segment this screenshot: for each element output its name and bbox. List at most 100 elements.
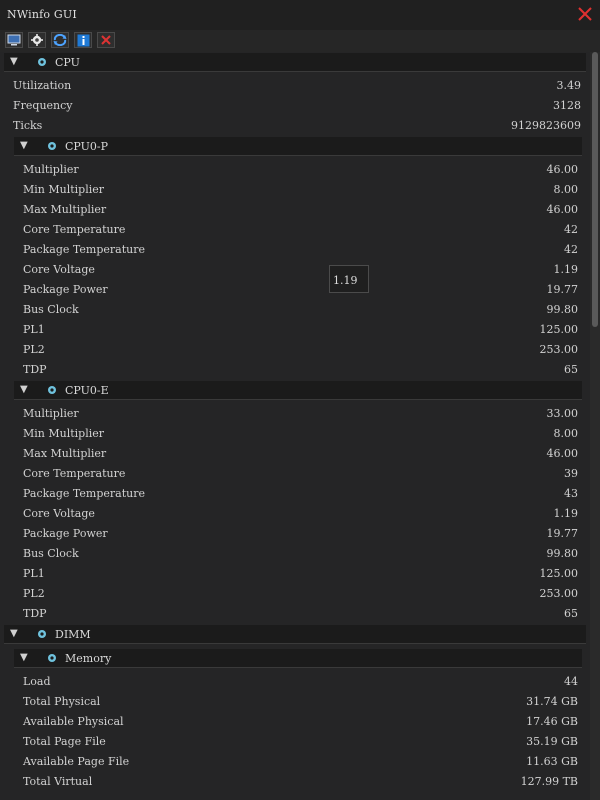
property-value: 9129823609 [511, 119, 581, 132]
exit-button[interactable] [97, 32, 115, 48]
expand-arrow-icon[interactable]: ▼ [10, 628, 18, 639]
list-item: Ticks 9129823609 [13, 116, 581, 136]
gear-icon [38, 630, 46, 638]
property-value: 65 [564, 363, 578, 376]
list-item: Multiplier 33.00 [23, 404, 578, 424]
property-value: 31.74 GB [526, 695, 578, 708]
settings-button[interactable] [28, 32, 46, 48]
expand-arrow-icon[interactable]: ▼ [10, 56, 18, 67]
list-item: Package Temperature 43 [23, 484, 578, 504]
property-name: Available Page File [23, 755, 130, 768]
property-name: Multiplier [23, 407, 79, 420]
tree-node-label: DIMM [55, 628, 91, 641]
list-item: PL1 125.00 [23, 320, 578, 340]
list-item: Load 44 [23, 672, 578, 692]
list-item: Utilization 3.49 [13, 76, 581, 96]
gear-icon [48, 386, 56, 394]
property-value: 19.77 [546, 283, 579, 296]
property-value: 35.19 GB [526, 735, 578, 748]
property-name: Load [23, 675, 51, 688]
list-item: Core Temperature 39 [23, 464, 578, 484]
property-value: 125.00 [539, 323, 579, 336]
tree-node-dimm[interactable]: ▼ DIMM [4, 625, 586, 644]
property-value: 65 [564, 607, 578, 620]
property-value: 99.80 [546, 547, 579, 560]
property-value: 39 [564, 467, 578, 480]
property-name: Total Virtual [23, 775, 93, 788]
property-value: 46.00 [546, 447, 579, 460]
property-value: 3128 [553, 99, 581, 112]
property-value: 44 [564, 675, 578, 688]
property-value: 253.00 [539, 587, 579, 600]
display-button[interactable] [5, 32, 23, 48]
refresh-icon [53, 34, 67, 46]
property-name: PL1 [23, 323, 45, 336]
list-item: Max Multiplier 46.00 [23, 200, 578, 220]
tree-node-cpu[interactable]: ▼ CPU [4, 53, 586, 72]
expand-arrow-icon[interactable]: ▼ [20, 140, 28, 151]
tree-node-label: CPU [55, 56, 80, 69]
info-button[interactable] [74, 32, 92, 48]
list-item: Available Page File 11.63 GB [23, 752, 578, 772]
property-name: Package Temperature [23, 487, 145, 500]
property-value: 125.00 [539, 567, 579, 580]
list-item: Bus Clock 99.80 [23, 544, 578, 564]
property-value: 19.77 [546, 527, 579, 540]
property-value: 99.80 [546, 303, 579, 316]
close-icon[interactable] [576, 5, 594, 23]
list-item: Multiplier 46.00 [23, 160, 578, 180]
property-value: 46.00 [546, 163, 579, 176]
monitor-icon [7, 34, 21, 46]
property-name: Multiplier [23, 163, 79, 176]
tree-node-label: Memory [65, 652, 112, 665]
property-value: 46.00 [546, 203, 579, 216]
list-item: Max Multiplier 46.00 [23, 444, 578, 464]
scrollbar-thumb[interactable] [592, 52, 598, 327]
property-name: Utilization [13, 79, 72, 92]
tree-node-memory[interactable]: ▼ Memory [14, 649, 582, 668]
property-name: PL1 [23, 567, 45, 580]
property-name: Bus Clock [23, 303, 79, 316]
list-item: Min Multiplier 8.00 [23, 180, 578, 200]
gear-icon [48, 654, 56, 662]
property-name: Min Multiplier [23, 183, 105, 196]
tree-node-label: CPU0-E [65, 384, 109, 397]
property-value: 17.46 GB [526, 715, 578, 728]
property-value: 43 [564, 487, 578, 500]
gear-icon [38, 58, 46, 66]
list-item: Available Physical 17.46 GB [23, 712, 578, 732]
list-item: Frequency 3128 [13, 96, 581, 116]
list-item: Package Power 19.77 [23, 280, 578, 300]
toolbar [0, 30, 600, 52]
tree-node-label: CPU0-P [65, 140, 109, 153]
expand-arrow-icon[interactable]: ▼ [20, 652, 28, 663]
property-name: Total Physical [23, 695, 101, 708]
tree-node-cpu0-e[interactable]: ▼ CPU0-E [14, 381, 582, 400]
refresh-button[interactable] [51, 32, 69, 48]
vertical-scrollbar[interactable] [590, 52, 600, 800]
list-item: PL2 253.00 [23, 340, 578, 360]
expand-arrow-icon[interactable]: ▼ [20, 384, 28, 395]
list-item: Total Virtual 127.99 TB [23, 772, 578, 792]
property-name: PL2 [23, 587, 45, 600]
property-name: Ticks [13, 119, 43, 132]
list-item: Package Power 19.77 [23, 524, 578, 544]
property-name: Total Page File [23, 735, 106, 748]
list-item: Package Temperature 42 [23, 240, 578, 260]
window-title: NWinfo GUI [7, 8, 77, 21]
value-tooltip: 1.19 [329, 265, 369, 293]
list-item: Core Voltage 1.19 [23, 504, 578, 524]
property-name: Max Multiplier [23, 447, 107, 460]
property-name: Package Power [23, 283, 108, 296]
title-bar: NWinfo GUI [0, 0, 600, 30]
property-name: Core Temperature [23, 467, 126, 480]
tree-node-cpu0-p[interactable]: ▼ CPU0-P [14, 137, 582, 156]
list-item: Total Page File 35.19 GB [23, 732, 578, 752]
property-name: Bus Clock [23, 547, 79, 560]
list-item: Total Physical 31.74 GB [23, 692, 578, 712]
property-value: 1.19 [553, 263, 579, 276]
list-item: Core Temperature 42 [23, 220, 578, 240]
list-item: TDP 65 [23, 360, 578, 380]
property-name: Core Voltage [23, 507, 95, 520]
list-item: Bus Clock 99.80 [23, 300, 578, 320]
